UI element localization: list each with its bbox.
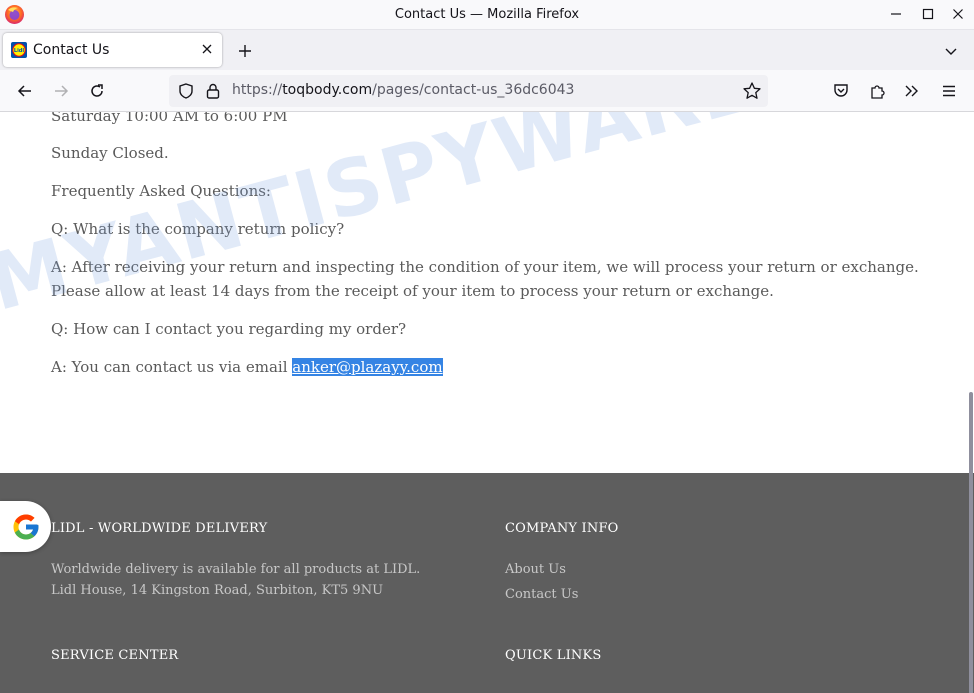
lock-icon[interactable] [205, 82, 221, 104]
faq-heading: Frequently Asked Questions: [51, 182, 271, 200]
forward-arrow-icon[interactable] [49, 79, 73, 103]
back-arrow-icon[interactable] [13, 79, 37, 103]
footer-link-about-us[interactable]: About Us [505, 562, 566, 577]
window-titlebar: Contact Us — Mozilla Firefox [0, 0, 974, 30]
lidl-favicon-icon: Lidl [11, 42, 27, 58]
footer-link-contact-us[interactable]: Contact Us [505, 587, 578, 602]
hours-saturday: Saturday 10:00 AM to 6:00 PM [51, 112, 288, 125]
footer-delivery-heading: LIDL - WORLDWIDE DELIVERY [51, 521, 268, 536]
site-footer: LIDL - WORLDWIDE DELIVERY Worldwide deli… [0, 473, 974, 693]
pocket-icon[interactable] [829, 79, 853, 103]
tracking-shield-icon[interactable] [177, 82, 195, 104]
footer-delivery-text-1: Worldwide delivery is available for all … [51, 562, 421, 577]
email-link[interactable]: anker@plazayy.com [292, 358, 443, 376]
faq-answer-1: A: After receiving your return and inspe… [51, 258, 919, 300]
faq-question-2: Q: How can I contact you regarding my or… [51, 320, 407, 338]
navigation-toolbar: https://toqbody.com/pages/contact-us_36d… [0, 70, 974, 112]
new-tab-icon[interactable] [234, 40, 256, 62]
close-window-icon[interactable] [946, 3, 970, 25]
tab-contact-us[interactable]: Lidl Contact Us [3, 33, 222, 67]
faq-answer-2: A: You can contact us via email anker@pl… [51, 355, 443, 379]
chevron-down-icon[interactable] [940, 40, 962, 62]
footer-company-heading: COMPANY INFO [505, 521, 619, 536]
footer-quicklinks-heading: QUICK LINKS [505, 648, 602, 663]
hours-sunday: Sunday Closed. [51, 144, 169, 162]
page-scrollbar[interactable] [969, 392, 973, 693]
reload-icon[interactable] [85, 79, 109, 103]
extensions-puzzle-icon[interactable] [865, 79, 889, 103]
faq-answer-2-text: A: You can contact us via email [51, 358, 293, 376]
tab-label: Contact Us [33, 42, 110, 58]
faq-question-1: Q: What is the company return policy? [51, 220, 345, 238]
minimize-icon[interactable] [884, 3, 908, 25]
google-badge[interactable] [0, 501, 51, 552]
window-title: Contact Us — Mozilla Firefox [394, 7, 580, 22]
url-bar[interactable]: https://toqbody.com/pages/contact-us_36d… [169, 75, 768, 107]
footer-service-heading: SERVICE CENTER [51, 648, 179, 663]
svg-text:Lidl: Lidl [14, 48, 24, 54]
page-viewport: Saturday 10:00 AM to 6:00 PM Sunday Clos… [0, 112, 974, 693]
overflow-chevrons-icon[interactable] [900, 79, 924, 103]
url-text[interactable]: https://toqbody.com/pages/contact-us_36d… [232, 82, 574, 98]
tab-strip: Lidl Contact Us [0, 30, 974, 70]
maximize-icon[interactable] [916, 3, 940, 25]
google-g-icon [13, 514, 38, 539]
bookmark-star-icon[interactable] [742, 81, 762, 105]
footer-delivery-text-2: Lidl House, 14 Kingston Road, Surbiton, … [51, 583, 384, 598]
hamburger-menu-icon[interactable] [937, 79, 961, 103]
close-tab-icon[interactable] [199, 41, 215, 57]
